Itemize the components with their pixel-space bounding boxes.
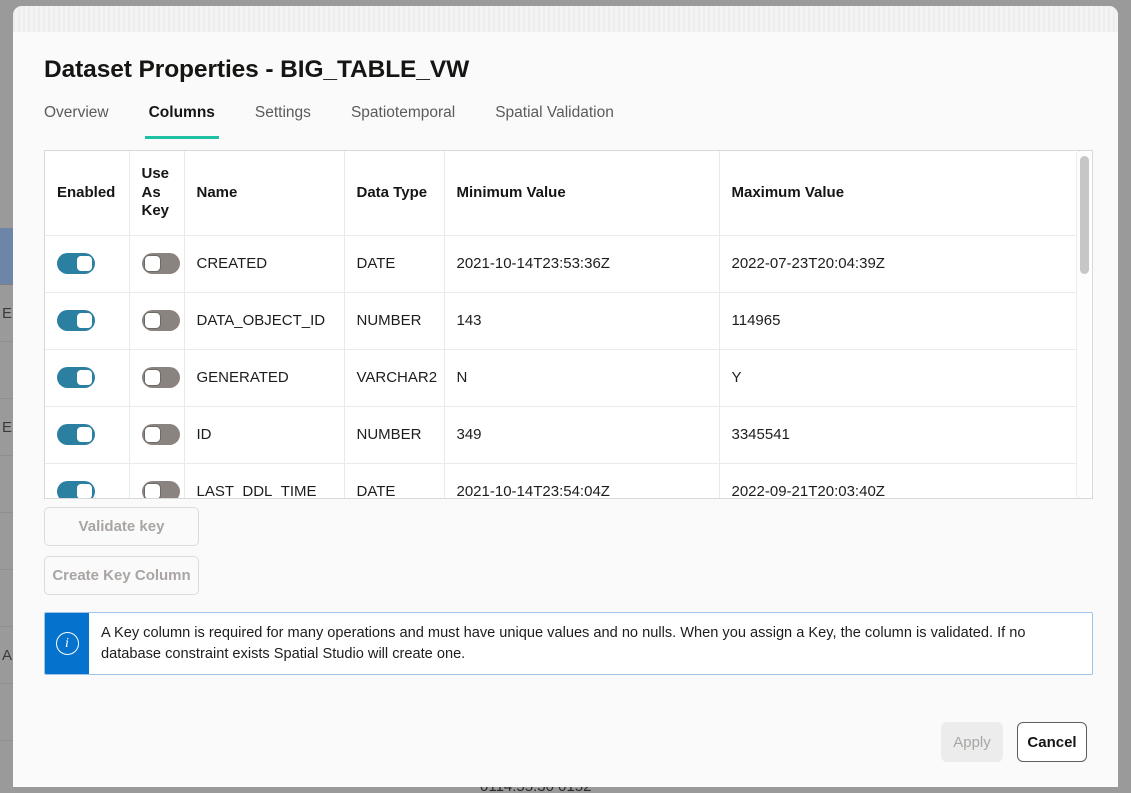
column-header-use-as-key: Use As Key — [129, 151, 184, 235]
use-as-key-toggle[interactable] — [142, 424, 180, 445]
enabled-toggle[interactable] — [57, 367, 95, 388]
column-name: CREATED — [184, 235, 344, 292]
info-banner-message: A Key column is required for many operat… — [89, 613, 1092, 674]
column-minimum-value: 2021-10-14T23:53:36Z — [444, 235, 719, 292]
enabled-cell — [45, 349, 129, 406]
column-maximum-value: 114965 — [719, 292, 1079, 349]
use-as-key-toggle[interactable] — [142, 367, 180, 388]
enabled-toggle[interactable] — [57, 481, 95, 498]
table-row: DATA_OBJECT_IDNUMBER143114965 — [45, 292, 1079, 349]
column-name: GENERATED — [184, 349, 344, 406]
key-actions-group: Validate key Create Key Column — [44, 507, 1087, 595]
columns-table: Enabled Use As Key Name Data Type Minimu — [45, 151, 1080, 498]
toggle-knob — [144, 369, 161, 386]
enabled-cell — [45, 406, 129, 463]
enabled-toggle[interactable] — [57, 253, 95, 274]
use-as-key-line-1: Use — [142, 165, 172, 183]
column-maximum-value: Y — [719, 349, 1079, 406]
column-header-maximum-value: Maximum Value — [719, 151, 1079, 235]
use-as-key-cell — [129, 463, 184, 498]
toggle-knob — [76, 426, 93, 443]
column-header-enabled: Enabled — [45, 151, 129, 235]
table-header-row: Enabled Use As Key Name Data Type Minimu — [45, 151, 1079, 235]
column-data-type: VARCHAR2 — [344, 349, 444, 406]
column-minimum-value: 2021-10-14T23:54:04Z — [444, 463, 719, 498]
column-name: LAST_DDL_TIME — [184, 463, 344, 498]
column-maximum-value: 2022-07-23T20:04:39Z — [719, 235, 1079, 292]
use-as-key-cell — [129, 235, 184, 292]
dialog-content: Dataset Properties - BIG_TABLE_VW Overvi… — [13, 32, 1118, 787]
toggle-knob — [76, 369, 93, 386]
use-as-key-line-3: Key — [142, 202, 172, 220]
toggle-knob — [144, 483, 161, 498]
use-as-key-line-2: As — [142, 184, 172, 202]
use-as-key-cell — [129, 292, 184, 349]
page-title: Dataset Properties - BIG_TABLE_VW — [44, 32, 1087, 84]
use-as-key-cell — [129, 406, 184, 463]
info-circle-icon: i — [56, 632, 79, 655]
table-body: CREATEDDATE2021-10-14T23:53:36Z2022-07-2… — [45, 235, 1079, 498]
use-as-key-cell — [129, 349, 184, 406]
column-name: DATA_OBJECT_ID — [184, 292, 344, 349]
dataset-properties-dialog: Dataset Properties - BIG_TABLE_VW Overvi… — [13, 6, 1118, 787]
cancel-button[interactable]: Cancel — [1017, 722, 1087, 762]
enabled-toggle[interactable] — [57, 424, 95, 445]
toggle-knob — [76, 312, 93, 329]
info-icon-container: i — [45, 613, 89, 674]
column-maximum-value: 3345541 — [719, 406, 1079, 463]
tab-spatial-validation[interactable]: Spatial Validation — [475, 104, 634, 139]
column-header-minimum-value: Minimum Value — [444, 151, 719, 235]
enabled-cell — [45, 235, 129, 292]
column-name: ID — [184, 406, 344, 463]
table-row: CREATEDDATE2021-10-14T23:53:36Z2022-07-2… — [45, 235, 1079, 292]
table-row: IDNUMBER3493345541 — [45, 406, 1079, 463]
toggle-knob — [144, 426, 161, 443]
column-data-type: NUMBER — [344, 292, 444, 349]
column-minimum-value: 349 — [444, 406, 719, 463]
column-data-type: DATE — [344, 463, 444, 498]
toggle-knob — [144, 255, 161, 272]
use-as-key-toggle[interactable] — [142, 253, 180, 274]
validate-key-button[interactable]: Validate key — [44, 507, 199, 546]
enabled-cell — [45, 463, 129, 498]
table-vertical-scrollbar[interactable] — [1076, 152, 1091, 497]
tab-settings[interactable]: Settings — [235, 104, 331, 139]
table-scrollbar-thumb[interactable] — [1080, 156, 1089, 274]
dialog-top-strip — [13, 6, 1118, 32]
use-as-key-toggle[interactable] — [142, 481, 180, 498]
column-minimum-value: N — [444, 349, 719, 406]
info-banner: i A Key column is required for many oper… — [44, 612, 1093, 675]
toggle-knob — [76, 483, 93, 498]
enabled-toggle[interactable] — [57, 310, 95, 331]
dialog-footer: Apply Cancel — [941, 722, 1087, 762]
tab-bar: OverviewColumnsSettingsSpatiotemporalSpa… — [44, 104, 1087, 139]
column-data-type: DATE — [344, 235, 444, 292]
column-data-type: NUMBER — [344, 406, 444, 463]
table-row: GENERATEDVARCHAR2NY — [45, 349, 1079, 406]
toggle-knob — [144, 312, 161, 329]
toggle-knob — [76, 255, 93, 272]
columns-table-container: Enabled Use As Key Name Data Type Minimu — [44, 150, 1093, 499]
tab-spatiotemporal[interactable]: Spatiotemporal — [331, 104, 475, 139]
apply-button[interactable]: Apply — [941, 722, 1003, 762]
column-minimum-value: 143 — [444, 292, 719, 349]
tab-overview[interactable]: Overview — [44, 104, 129, 139]
create-key-column-button[interactable]: Create Key Column — [44, 556, 199, 595]
enabled-cell — [45, 292, 129, 349]
tab-columns[interactable]: Columns — [129, 104, 235, 139]
table-row: LAST_DDL_TIMEDATE2021-10-14T23:54:04Z202… — [45, 463, 1079, 498]
column-maximum-value: 2022-09-21T20:03:40Z — [719, 463, 1079, 498]
columns-table-scroll[interactable]: Enabled Use As Key Name Data Type Minimu — [45, 151, 1092, 498]
column-header-data-type: Data Type — [344, 151, 444, 235]
use-as-key-toggle[interactable] — [142, 310, 180, 331]
column-header-name: Name — [184, 151, 344, 235]
